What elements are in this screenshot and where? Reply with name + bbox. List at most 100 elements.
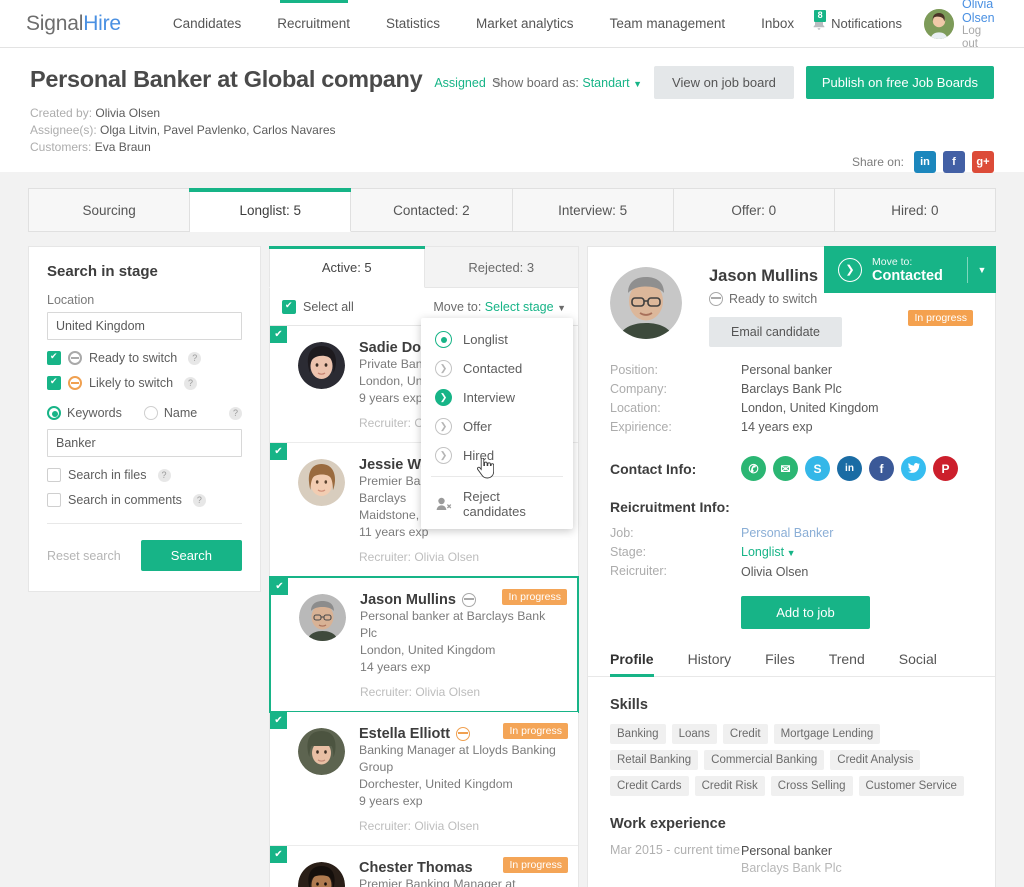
stage-tab-interview[interactable]: Interview: 5 [512, 188, 674, 232]
tab-profile[interactable]: Profile [610, 651, 654, 677]
skill-tag[interactable]: Credit [722, 724, 768, 744]
chevron-right-circle-icon: ❯ [435, 447, 452, 464]
publish-job-boards-button[interactable]: Publish on free Job Boards [805, 66, 994, 99]
chevron-down-icon[interactable]: ▼ [968, 265, 996, 275]
tab-trend[interactable]: Trend [829, 651, 865, 676]
reset-search-link[interactable]: Reset search [47, 549, 121, 563]
dropdown-item-reject-candidates[interactable]: Reject candidates [421, 483, 573, 525]
dropdown-item-longlist[interactable]: Longlist [421, 325, 573, 354]
candidate-info: Estella Elliott Banking Manager at Lloyd… [359, 726, 566, 833]
view-on-job-board-button[interactable]: View on job board [654, 66, 794, 99]
dropdown-item-hired[interactable]: ❯ Hired [421, 441, 573, 470]
skill-tag[interactable]: Credit Analysis [830, 750, 921, 770]
candidate-checkbox[interactable]: ✔ [270, 443, 287, 460]
user-menu[interactable]: Olivia Olsen Log out [923, 0, 998, 51]
nav-item-recruitment[interactable]: Recruitment [259, 0, 368, 48]
candidate-checkbox[interactable]: ✔ [271, 578, 288, 595]
googleplus-share-icon[interactable]: g+ [972, 151, 994, 173]
stage-value-row[interactable]: Longlist ▼ [741, 543, 833, 563]
candidate-experience: 14 years exp [360, 660, 431, 674]
select-all-checkbox[interactable] [282, 299, 296, 314]
skill-tag[interactable]: Banking [610, 724, 666, 744]
skill-tag[interactable]: Credit Risk [694, 776, 765, 796]
skill-tag[interactable]: Loans [671, 724, 717, 744]
logout-link[interactable]: Log out [962, 25, 998, 51]
search-in-files-row[interactable]: Search in files ? [47, 468, 242, 482]
skill-tag[interactable]: Commercial Banking [704, 750, 825, 770]
candidate-position: Banking Manager at Lloyds Banking Group [359, 743, 556, 774]
work-dates: Mar 2015 - current time [610, 843, 740, 857]
candidate-checkbox[interactable]: ✔ [270, 846, 287, 863]
tab-social[interactable]: Social [899, 651, 937, 676]
skills-list: Banking Loans Credit Mortgage Lending Re… [610, 724, 973, 796]
help-icon-ready[interactable]: ? [188, 351, 202, 365]
ready-to-switch-row[interactable]: Ready to switch ? [47, 351, 242, 365]
keyword-input[interactable] [47, 429, 242, 457]
skill-tag[interactable]: Customer Service [858, 776, 964, 796]
select-all-control[interactable]: Select all [282, 299, 354, 314]
nav-item-candidates[interactable]: Candidates [155, 0, 259, 48]
nav-item-team-management[interactable]: Team management [592, 0, 744, 48]
job-value-link[interactable]: Personal Banker [741, 524, 833, 543]
candidate-checkbox[interactable]: ✔ [270, 326, 287, 343]
email-icon[interactable]: ✉ [773, 456, 798, 481]
dropdown-item-contacted[interactable]: ❯ Contacted [421, 354, 573, 383]
notifications-button[interactable]: 8 Notifications [812, 9, 902, 32]
app-logo[interactable]: SignalHire [26, 12, 121, 36]
search-in-comments-checkbox[interactable] [47, 493, 61, 507]
tab-files[interactable]: Files [765, 651, 795, 676]
help-icon-search-mode[interactable]: ? [229, 406, 242, 420]
ready-to-switch-checkbox[interactable] [47, 351, 61, 365]
dropdown-item-offer[interactable]: ❯ Offer [421, 412, 573, 441]
tab-history[interactable]: History [688, 651, 732, 676]
stage-tab-longlist[interactable]: Longlist: 5 [189, 188, 352, 232]
skill-tag[interactable]: Credit Cards [610, 776, 689, 796]
phone-icon[interactable]: ✆ [741, 456, 766, 481]
help-icon-files[interactable]: ? [157, 468, 171, 482]
skype-icon[interactable]: S [805, 456, 830, 481]
pinterest-icon[interactable]: P [933, 456, 958, 481]
skill-tag[interactable]: Cross Selling [770, 776, 853, 796]
move-to-stage-dropdown-menu[interactable]: Longlist ❯ Contacted ❯ Interview ❯ Offer… [421, 318, 573, 529]
location-input[interactable] [47, 312, 242, 340]
move-to-stage-dropdown-trigger[interactable]: Move to: Select stage ▼ [433, 300, 566, 314]
email-candidate-button[interactable]: Email candidate [709, 317, 842, 347]
nav-item-statistics[interactable]: Statistics [368, 0, 458, 48]
skill-tag[interactable]: Retail Banking [610, 750, 699, 770]
nav-right-cluster: 8 Notifications Olivia Olsen Log out [812, 0, 998, 51]
stage-tab-hired[interactable]: Hired: 0 [834, 188, 997, 232]
linkedin-share-icon[interactable]: in [914, 151, 936, 173]
show-board-as[interactable]: Show board as: Standart ▼ [492, 76, 642, 90]
help-icon-comments[interactable]: ? [192, 493, 206, 507]
stage-tab-sourcing[interactable]: Sourcing [28, 188, 191, 232]
status-badge: In progress [502, 589, 567, 605]
candidate-card-jason-mullins[interactable]: ✔ In progress Jason Mullins Personal ban… [269, 576, 579, 713]
nav-item-market-analytics[interactable]: Market analytics [458, 0, 592, 48]
help-icon-likely[interactable]: ? [184, 376, 198, 390]
twitter-icon[interactable] [901, 456, 926, 481]
name-radio[interactable] [143, 406, 158, 420]
search-button[interactable]: Search [140, 540, 242, 571]
add-to-job-button[interactable]: Add to job [741, 596, 870, 629]
candidate-checkbox[interactable]: ✔ [270, 712, 287, 729]
nav-item-inbox[interactable]: Inbox [743, 0, 812, 48]
candidate-card-chester-thomas[interactable]: ✔ In progress Chester Thomas Premier Ban… [270, 846, 578, 887]
candidate-card-estella-elliott[interactable]: ✔ In progress Estella Elliott Banking Ma… [270, 712, 578, 846]
facebook-share-icon[interactable]: f [943, 151, 965, 173]
dropdown-item-label: Longlist [463, 332, 508, 347]
move-to-contacted-button[interactable]: ❯ Move to: Contacted ▼ [824, 246, 996, 293]
recruiter-value: Olivia Olsen [741, 565, 809, 579]
tab-active-candidates[interactable]: Active: 5 [269, 246, 425, 288]
keywords-radio[interactable] [47, 406, 61, 420]
dropdown-item-interview[interactable]: ❯ Interview [421, 383, 573, 412]
tab-rejected-candidates[interactable]: Rejected: 3 [424, 246, 579, 288]
facebook-icon[interactable]: f [869, 456, 894, 481]
search-in-files-checkbox[interactable] [47, 468, 61, 482]
skill-tag[interactable]: Mortgage Lending [773, 724, 881, 744]
linkedin-icon[interactable]: in [837, 456, 862, 481]
search-in-comments-row[interactable]: Search in comments ? [47, 493, 242, 507]
stage-tab-offer[interactable]: Offer: 0 [673, 188, 835, 232]
likely-to-switch-checkbox[interactable] [47, 376, 61, 390]
stage-tab-contacted[interactable]: Contacted: 2 [351, 188, 513, 232]
likely-to-switch-row[interactable]: Likely to switch ? [47, 376, 242, 390]
